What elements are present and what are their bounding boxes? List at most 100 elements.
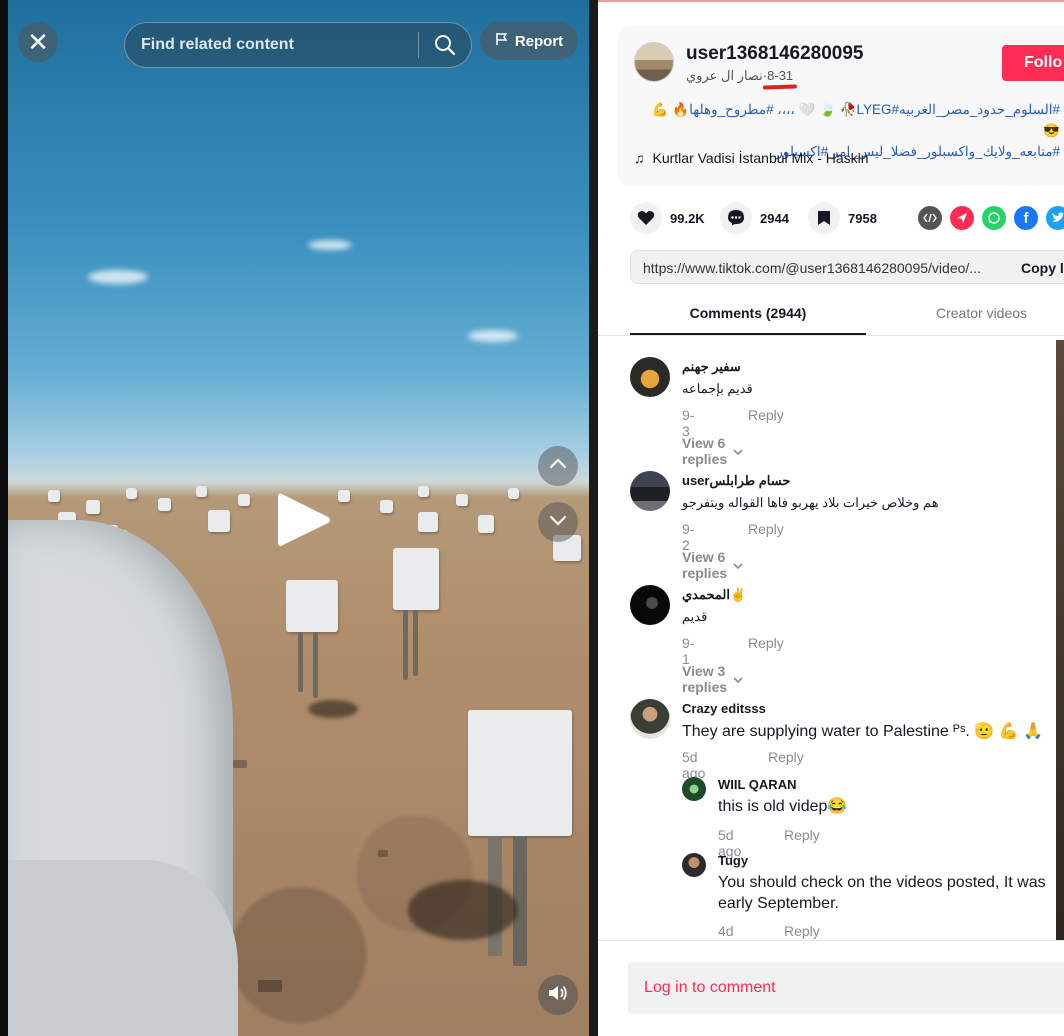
cloud [468,330,518,342]
avatar[interactable] [682,853,706,877]
comment-text: They are supplying water to Palestine ᴾˢ… [682,723,1043,740]
carried-box [508,488,519,499]
close-icon: ✕ [27,26,49,57]
chevron-down-icon [548,510,568,535]
comment-text: قديم بإجماعه [682,381,753,396]
reply-text: You should check on the videos posted, I… [718,874,1046,912]
background-edge [1056,340,1064,940]
twitter-icon[interactable] [1046,206,1064,230]
comment-username[interactable]: سفير جهنم [682,359,741,375]
save-button[interactable]: 7958 [808,200,877,236]
like-button[interactable]: 99.2K [630,200,705,236]
view-replies-label: View 6 replies [682,549,728,581]
walker-leg [313,632,318,698]
carried-box [468,710,572,836]
reply-button[interactable]: Reply [784,827,820,843]
carried-box [86,500,100,514]
carried-box [393,548,439,610]
author-subline: نصار ال عروي · 8-31 [686,68,798,90]
chevron-down-icon [733,557,743,573]
description-hashtags-line-1[interactable]: #السلوم_حدود_مصر_الغربيه#LYEG🥀 🍃 🤍 ،،،، … [634,99,1060,141]
reply-username[interactable]: Tugy [718,853,748,868]
embed-icon[interactable] [918,206,942,230]
ground-stone [258,980,282,992]
play-icon[interactable] [276,490,332,550]
pane-divider [589,0,598,1036]
reply-username[interactable]: WIIL QARAN [718,777,796,792]
walker-leg [403,610,408,680]
post-date: 8-31 [763,68,798,90]
facebook-icon[interactable]: f [1014,206,1038,230]
reply-button[interactable]: Reply [784,923,820,939]
author-avatar[interactable] [634,42,674,82]
avatar[interactable] [630,585,670,625]
avatar[interactable] [630,471,670,511]
avatar[interactable] [630,357,670,397]
send-icon[interactable] [950,206,974,230]
reply-button[interactable]: Reply [748,407,784,423]
chevron-down-icon [733,443,743,459]
action-bar: 99.2K 2944 7958 f [630,200,1064,236]
tab-comments[interactable]: Comments (2944) [630,305,866,335]
reply-button[interactable]: Reply [768,749,804,765]
bookmark-icon [808,202,840,234]
reply-button[interactable]: Reply [748,635,784,651]
carried-box [478,515,494,533]
comment-button[interactable]: 2944 [720,200,789,236]
carried-box [456,494,468,506]
volume-icon [547,983,569,1008]
follow-button[interactable]: Follo [1002,45,1064,81]
carried-box [48,490,60,502]
music-note-icon: ♫ [634,150,645,166]
comment-username[interactable]: Crazy editsss [682,701,766,716]
author-username[interactable]: user1368146280095 [686,43,864,65]
report-button[interactable]: Report [480,22,578,60]
search-input[interactable] [125,23,418,67]
view-replies-label: View 6 replies [682,435,728,467]
comment-icon [720,202,752,234]
carried-box [238,494,250,506]
search-icon[interactable] [419,22,471,68]
view-replies-button[interactable]: View 3 replies [682,663,743,695]
login-to-comment-bar[interactable]: Log in to comment [628,962,1064,1014]
video-info-card: user1368146280095 نصار ال عروي · 8-31 Fo… [618,26,1064,186]
details-panel: user1368146280095 نصار ال عروي · 8-31 Fo… [598,0,1064,1036]
comment-text: قديم [682,609,708,624]
comment-username[interactable]: المحمدي✌️ [682,587,746,603]
heart-icon [630,202,662,234]
chevron-down-icon [733,671,743,687]
carried-box [380,500,393,513]
reply-button[interactable]: Reply [748,521,784,537]
carried-box [418,486,429,497]
walker-shadow [308,700,358,718]
tab-creator-videos[interactable]: Creator videos [936,305,1027,321]
carried-box [208,510,230,532]
avatar[interactable] [682,777,706,801]
comment-list: سفير جهنم قديم بإجماعه 9-3 Reply View 6 … [598,337,1064,940]
tent-foreground [8,860,238,1036]
video-player: ✕ Report [0,0,598,1036]
volume-button[interactable] [538,975,578,1015]
close-button[interactable]: ✕ [18,22,58,62]
cloud [88,270,148,284]
login-to-comment-link[interactable]: Log in to comment [644,979,776,997]
next-video-button[interactable] [538,502,578,542]
view-replies-button[interactable]: View 6 replies [682,549,743,581]
avatar[interactable] [630,699,670,739]
previous-video-button[interactable] [538,446,578,486]
view-replies-button[interactable]: View 6 replies [682,435,743,467]
copy-link-button[interactable]: Copy l [1021,260,1064,276]
post-date-text: 8-31 [767,68,794,83]
flag-icon [495,32,509,50]
comment-count: 2944 [760,210,789,226]
video-url[interactable]: https://www.tiktok.com/@user136814628009… [643,260,1003,276]
comment-text: هم وخلاص خيرات بلاد يهربو فاها القواله و… [682,495,939,510]
comment-username[interactable]: userحسام طرابلس [682,473,790,489]
chevron-up-icon [548,454,568,479]
find-related-search[interactable] [124,22,472,68]
music-title: Kurtlar Vadisi İstanbul Mix - Haskin [652,150,869,166]
author-display-name: نصار ال عروي [686,68,763,83]
save-count: 7958 [848,210,877,226]
whatsapp-icon[interactable] [982,206,1006,230]
music-link[interactable]: ♫ Kurtlar Vadisi İstanbul Mix - Haskin [634,150,869,166]
